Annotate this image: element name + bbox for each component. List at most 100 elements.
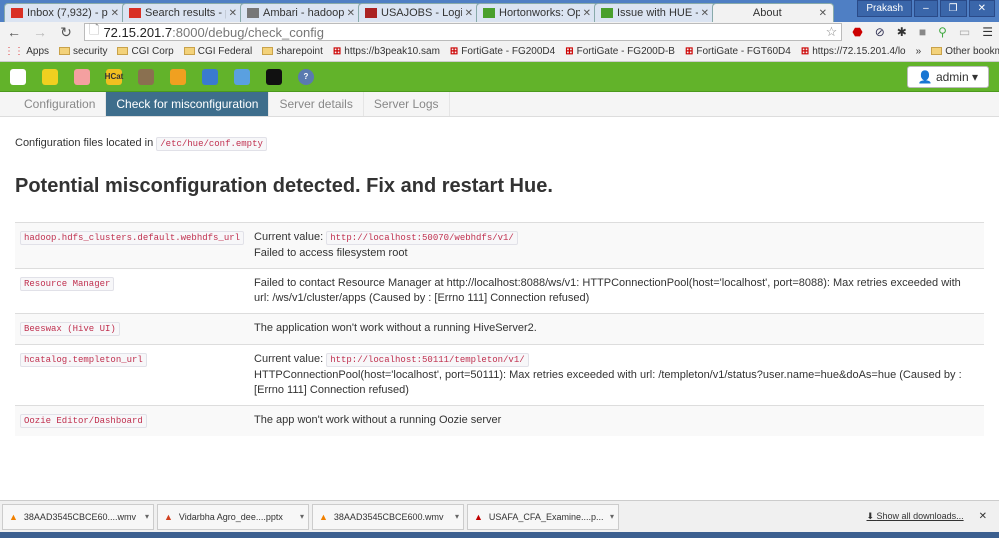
config-message-cell: Failed to contact Resource Manager at ht… [249,268,984,314]
current-value-label: Current value: [254,353,324,365]
folder-icon [59,47,71,56]
subnav-tab[interactable]: Configuration [14,92,107,116]
bookmark-item[interactable]: CGI Corp [117,46,174,57]
config-message-cell: Current value: http://localhost:50070/we… [249,222,984,269]
forward-icon[interactable]: → [32,24,48,40]
close-tab-icon[interactable]: ✕ [819,8,827,19]
subnav-tab[interactable]: Server Logs [364,92,450,116]
url-host: 72.15.201.7 [103,24,173,40]
job-designer-icon[interactable] [202,68,218,85]
adblock-icon[interactable]: ⬣ [852,25,862,39]
bookmark-label: security [73,46,108,57]
bug-icon[interactable]: ✱ [897,25,907,39]
download-item[interactable]: ▲ 38AAD3545CBCE600.wmv ▾ [312,503,464,530]
browser-tab[interactable]: USAJOBS - Login ✕ [358,3,480,22]
bookmark-item[interactable]: ⊞ FortiGate - FG200D-B [565,46,675,57]
hcat-icon[interactable]: HCat [105,68,123,85]
other-bookmarks[interactable]: Other bookmarks [931,46,999,57]
browser-tab[interactable]: Ambari - hadoop ✕ [240,3,362,22]
bookmark-item[interactable]: ⊞ FortiGate - FG200D4 [450,46,555,57]
bookmarks-bar: ⋮⋮ Apps security CGI Corp CGI Federal sharep… [0,42,999,62]
bookmark-item[interactable]: ⊞ FortiGate - FGT60D4 [685,46,791,57]
browser-tab[interactable]: Issue with HUE - Ho✕ [594,3,716,22]
pig-icon[interactable] [74,68,90,85]
cast-icon[interactable]: ▭ [959,25,970,39]
close-tab-icon[interactable]: ✕ [583,8,591,19]
bookmark-item[interactable]: sharepoint [262,46,323,57]
back-icon[interactable]: ← [6,24,22,40]
browser-tab[interactable]: About ✕ [712,3,834,22]
folder-icon [183,47,195,56]
browser-tab-strip: Inbox (7,932) - prak✕Search results - pr… [0,0,999,22]
current-value: Current value: http://localhost:50111/te… [254,352,979,368]
config-message-cell: The app won't work without a running Ooz… [249,405,984,436]
antenna-icon[interactable]: ⚲ [938,25,947,39]
download-menu-icon[interactable]: ▾ [610,512,614,521]
close-downloads-button[interactable]: ✕ [979,511,987,522]
file-browser-icon[interactable] [138,68,154,85]
fortinet-icon: ⊞ [332,46,342,57]
download-menu-icon[interactable]: ▾ [145,512,149,521]
subnav-tab[interactable]: Check for misconfiguration [106,92,270,116]
config-key-cell: hadoop.hdfs_clusters.default.webhdfs_url [15,222,250,269]
bookmark-star-icon[interactable]: ☆ [826,24,838,40]
maximize-button[interactable]: ❐ [939,0,967,17]
close-window-button[interactable]: ✕ [968,0,995,17]
user-icon: 👤 [917,69,936,84]
download-name: USAFA_CFA_Examine....p... [488,511,604,522]
user-admin-icon[interactable] [266,68,282,85]
bookmark-item[interactable]: ⋮⋮ Apps [4,46,49,57]
admin-menu-button[interactable]: 👤 admin ▾ [906,65,989,88]
downloads-bar: ▲ 38AAD3545CBCE60....wmv ▾ ▲ Vidarbha Agro_d… [0,500,999,532]
beeswax-icon[interactable] [42,68,58,85]
download-name: 38AAD3545CBCE600.wmv [333,511,444,522]
profile-button[interactable]: Prakash [857,0,913,17]
windows-taskbar [0,532,999,538]
download-menu-icon[interactable]: ▾ [455,512,459,521]
block-icon[interactable]: ⊘ [875,25,885,39]
bookmark-item[interactable]: ⊞ https://b3peak10.sam [333,46,440,57]
close-tab-icon[interactable]: ✕ [229,8,237,19]
oozie-icon[interactable] [170,68,186,85]
close-tab-icon[interactable]: ✕ [465,8,473,19]
extension-icon[interactable]: ■ [919,25,926,39]
close-tab-icon[interactable]: ✕ [347,8,355,19]
close-tab-icon[interactable]: ✕ [701,8,709,19]
download-menu-icon[interactable]: ▾ [300,512,304,521]
address-bar[interactable]: 🗋 72.15.201.7:8000/debug/check_config ☆ [84,22,843,41]
pdf-icon: ▲ [474,511,483,522]
config-prefix: Configuration files located in [15,137,154,149]
download-item[interactable]: ▲ USAFA_CFA_Examine....p... ▾ [467,503,619,530]
browser-tab[interactable]: Inbox (7,932) - prak✕ [4,3,126,22]
bookmark-label: https://b3peak10.sam [344,46,440,57]
hortonworks-icon [601,8,613,18]
bookmark-item[interactable]: CGI Federal [183,46,252,57]
error-message: Failed to access filesystem root [254,247,408,259]
bookmark-label: FortiGate - FGT60D4 [696,46,791,57]
help-icon[interactable]: ? [298,68,314,85]
download-item[interactable]: ▲ 38AAD3545CBCE60....wmv ▾ [2,503,154,530]
hue-logo-icon[interactable] [10,68,26,85]
other-bookmarks-label: Other bookmarks [945,46,999,57]
minimize-button[interactable]: – [914,0,938,17]
download-item[interactable]: ▲ Vidarbha Agro_dee....pptx ▾ [157,503,309,530]
reload-icon[interactable]: ↻ [58,24,74,41]
subnav-tab[interactable]: Server details [269,92,364,116]
close-tab-icon[interactable]: ✕ [111,8,119,19]
folder-icon [262,47,274,56]
browser-tab[interactable]: Hortonworks: Open✕ [476,3,598,22]
bookmark-item[interactable]: ⊞ https://72.15.201.4/lo [801,46,906,57]
bookmark-label: https://72.15.201.4/lo [812,46,906,57]
job-browser-icon[interactable] [234,68,250,85]
error-message: The app won't work without a running Ooz… [254,414,502,426]
bookmark-item[interactable]: security [59,46,107,57]
tab-title: Search results - prak [145,7,226,19]
admin-label: admin ▾ [935,69,978,84]
download-icon: ⬇ [866,511,877,521]
browser-tab[interactable]: Search results - prak✕ [122,3,244,22]
show-all-downloads-link[interactable]: ⬇ Show all downloads... [867,511,964,522]
more-bookmarks-button[interactable]: » [916,46,922,57]
menu-icon[interactable]: ☰ [982,25,993,39]
current-value-code: http://localhost:50070/webhdfs/v1/ [326,231,518,245]
error-message: Failed to contact Resource Manager at ht… [254,277,961,304]
